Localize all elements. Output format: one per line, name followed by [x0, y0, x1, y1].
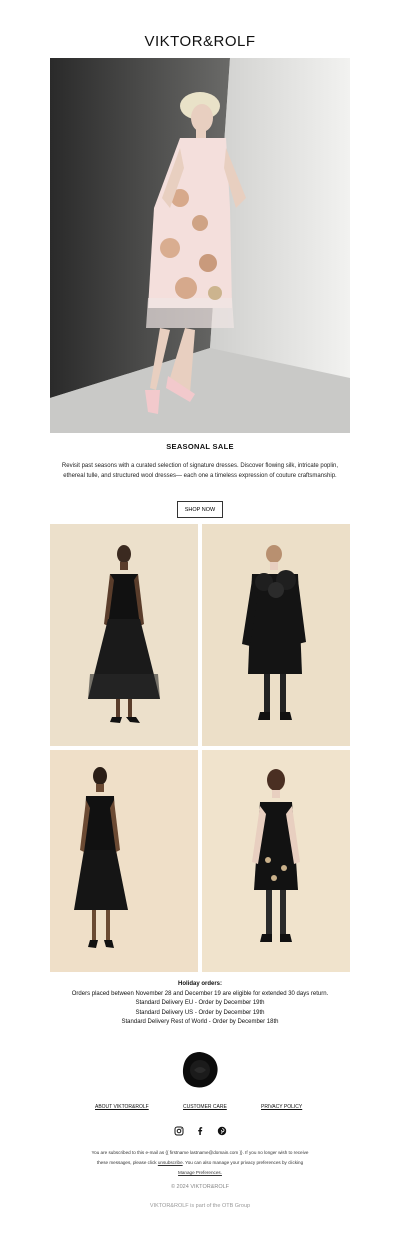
about-link[interactable]: ABOUT VIKTOR&ROLF — [95, 1104, 149, 1110]
hero-illustration — [50, 58, 350, 433]
pinterest-icon[interactable] — [217, 1126, 227, 1136]
unsubscribe-link[interactable]: unsubscribe — [158, 1160, 183, 1165]
group-note: VIKTOR&ROLF is part of the OTB Group — [149, 1203, 251, 1209]
product-illustration — [50, 750, 198, 972]
seal-icon — [182, 1052, 218, 1088]
manage-preferences-link[interactable]: Manage Preferences. — [178, 1170, 222, 1175]
customer-care-link[interactable]: CUSTOMER CARE — [183, 1104, 227, 1110]
holiday-orders: Holiday orders: Orders placed between No… — [0, 980, 400, 1028]
sale-title: SEASONAL SALE — [166, 442, 234, 451]
brand-logo[interactable]: VIKTOR&ROLF — [0, 33, 400, 50]
holiday-line: Orders placed between November 28 and De… — [71, 990, 329, 997]
holiday-line: Standard Delivery Rest of World - Order … — [121, 1019, 279, 1025]
holiday-title: Holiday orders: — [177, 981, 222, 987]
footer-links: ABOUT VIKTOR&ROLF CUSTOMER CARE PRIVACY … — [0, 1104, 400, 1114]
product-image-1[interactable] — [50, 524, 198, 746]
subscription-notice: You are subscribed to this e-mail as {{ … — [90, 1148, 310, 1178]
product-illustration — [202, 750, 350, 972]
wax-seal-logo — [180, 1050, 220, 1090]
holiday-line: Standard Delivery US - Order by December… — [135, 1009, 265, 1016]
hero-image[interactable] — [50, 58, 350, 433]
holiday-line: Standard Delivery EU - Order by December… — [135, 1000, 265, 1006]
subscribe-text-2: . You can also manage your privacy prefe… — [182, 1160, 304, 1165]
facebook-icon[interactable] — [195, 1126, 205, 1136]
product-image-3[interactable] — [50, 750, 198, 972]
social-icons — [0, 1126, 400, 1138]
product-image-2[interactable] — [202, 524, 350, 746]
product-illustration — [202, 524, 350, 746]
product-image-4[interactable] — [202, 750, 350, 972]
privacy-policy-link[interactable]: PRIVACY POLICY — [261, 1104, 302, 1110]
shop-now-button[interactable]: SHOP NOW — [177, 501, 223, 518]
copyright: © 2024 VIKTOR&ROLF — [170, 1184, 230, 1190]
sale-description: Revisit past seasons with a curated sele… — [61, 463, 339, 479]
product-illustration — [50, 524, 198, 746]
email-page: VIKTOR&ROLF SEASONAL SALE Revisit past s… — [0, 0, 400, 1246]
instagram-icon[interactable] — [174, 1126, 184, 1136]
